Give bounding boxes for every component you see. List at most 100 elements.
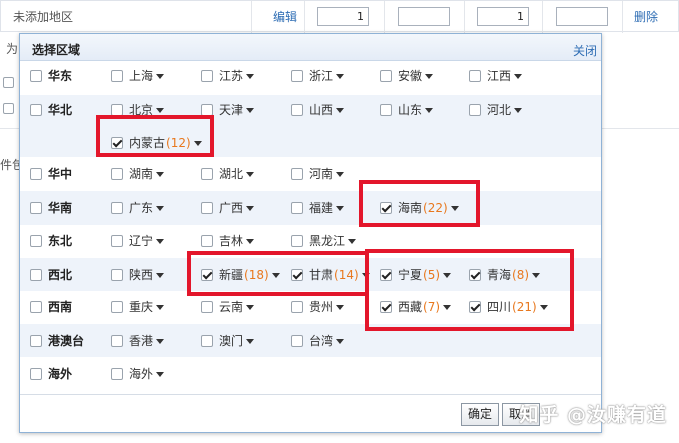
caret-down-icon[interactable] <box>425 73 434 79</box>
province-checkbox-item[interactable]: 湖北 <box>201 166 255 182</box>
checkbox-icon[interactable] <box>291 301 303 313</box>
first-weight-input[interactable]: 1 <box>317 7 369 26</box>
checkbox-icon[interactable] <box>30 168 42 180</box>
checkbox-icon[interactable] <box>291 104 303 116</box>
checkbox-icon[interactable] <box>291 70 303 82</box>
checkbox-icon[interactable] <box>30 368 42 380</box>
province-checkbox-item[interactable]: 山东 <box>380 102 434 118</box>
province-checkbox-item[interactable]: 安徽 <box>380 68 434 84</box>
checkbox-icon[interactable] <box>111 368 123 380</box>
caret-down-icon[interactable] <box>246 238 255 244</box>
caret-down-icon[interactable] <box>336 107 345 113</box>
caret-down-icon[interactable] <box>156 338 165 344</box>
delete-link[interactable]: 删除 <box>634 1 658 33</box>
checkbox-icon[interactable] <box>30 235 42 247</box>
province-checkbox-item[interactable]: 福建 <box>291 200 345 216</box>
region-checkbox-item[interactable]: 华南 <box>30 200 72 216</box>
province-checkbox-item[interactable]: 江苏 <box>201 68 255 84</box>
checkbox-icon[interactable] <box>291 168 303 180</box>
province-checkbox-item[interactable]: 河南 <box>291 166 345 182</box>
caret-down-icon[interactable] <box>336 171 345 177</box>
caret-down-icon[interactable] <box>514 107 523 113</box>
province-checkbox-item[interactable]: 广西 <box>201 200 255 216</box>
checkbox-icon[interactable] <box>30 104 42 116</box>
checkbox-icon[interactable] <box>111 335 123 347</box>
caret-down-icon[interactable] <box>336 338 345 344</box>
caret-down-icon[interactable] <box>425 107 434 113</box>
caret-down-icon[interactable] <box>246 304 255 310</box>
confirm-button[interactable]: 确定 <box>461 403 500 426</box>
province-checkbox-item[interactable]: 河北 <box>469 102 523 118</box>
additional-fee-input[interactable] <box>556 7 608 26</box>
caret-down-icon[interactable] <box>156 205 165 211</box>
province-checkbox-item[interactable]: 台湾 <box>291 333 345 349</box>
region-checkbox-item[interactable]: 华东 <box>30 68 72 84</box>
checkbox-icon[interactable] <box>291 335 303 347</box>
checkbox-icon[interactable] <box>291 235 303 247</box>
caret-down-icon[interactable] <box>156 238 165 244</box>
caret-down-icon[interactable] <box>156 73 165 79</box>
province-checkbox-item[interactable]: 江西 <box>469 68 523 84</box>
checkbox-icon[interactable] <box>201 70 213 82</box>
checkbox-icon[interactable] <box>469 70 481 82</box>
checkbox-icon[interactable] <box>30 269 42 281</box>
province-checkbox-item[interactable]: 上海 <box>111 68 165 84</box>
checkbox-icon[interactable] <box>201 235 213 247</box>
checkbox-icon[interactable] <box>201 335 213 347</box>
checkbox-icon[interactable] <box>111 235 123 247</box>
caret-down-icon[interactable] <box>336 205 345 211</box>
caret-down-icon[interactable] <box>246 205 255 211</box>
checkbox-icon[interactable] <box>30 202 42 214</box>
checkbox-icon[interactable] <box>111 301 123 313</box>
province-checkbox-item[interactable]: 贵州 <box>291 299 345 315</box>
province-checkbox-item[interactable]: 黑龙江 <box>291 233 357 249</box>
region-checkbox-item[interactable]: 西北 <box>30 267 72 283</box>
checkbox-icon[interactable] <box>201 301 213 313</box>
province-checkbox-item[interactable]: 重庆 <box>111 299 165 315</box>
checkbox-icon[interactable] <box>201 202 213 214</box>
background-checkbox[interactable] <box>3 77 14 88</box>
checkbox-icon[interactable] <box>111 70 123 82</box>
additional-weight-input[interactable]: 1 <box>477 7 529 26</box>
region-checkbox-item[interactable]: 港澳台 <box>30 333 84 349</box>
checkbox-icon[interactable] <box>380 70 392 82</box>
province-checkbox-item[interactable]: 湖南 <box>111 166 165 182</box>
caret-down-icon[interactable] <box>514 73 523 79</box>
checkbox-icon[interactable] <box>291 202 303 214</box>
region-checkbox-item[interactable]: 西南 <box>30 299 72 315</box>
checkbox-icon[interactable] <box>380 104 392 116</box>
region-checkbox-item[interactable]: 华中 <box>30 166 72 182</box>
checkbox-icon[interactable] <box>201 168 213 180</box>
province-checkbox-item[interactable]: 辽宁 <box>111 233 165 249</box>
checkbox-icon[interactable] <box>30 70 42 82</box>
checkbox-icon[interactable] <box>111 202 123 214</box>
checkbox-icon[interactable] <box>111 168 123 180</box>
checkbox-icon[interactable] <box>30 335 42 347</box>
region-checkbox-item[interactable]: 东北 <box>30 233 72 249</box>
province-checkbox-item[interactable]: 澳门 <box>201 333 255 349</box>
edit-link[interactable]: 编辑 <box>273 1 297 33</box>
first-fee-input[interactable] <box>398 7 450 26</box>
checkbox-icon[interactable] <box>30 301 42 313</box>
caret-down-icon[interactable] <box>348 238 357 244</box>
caret-down-icon[interactable] <box>156 272 165 278</box>
background-checkbox[interactable] <box>3 103 14 114</box>
province-checkbox-item[interactable]: 浙江 <box>291 68 345 84</box>
checkbox-icon[interactable] <box>469 104 481 116</box>
province-checkbox-item[interactable]: 香港 <box>111 333 165 349</box>
close-link[interactable]: 关闭 <box>573 42 597 59</box>
caret-down-icon[interactable] <box>246 338 255 344</box>
caret-down-icon[interactable] <box>336 73 345 79</box>
province-checkbox-item[interactable]: 山西 <box>291 102 345 118</box>
province-checkbox-item[interactable]: 广东 <box>111 200 165 216</box>
province-checkbox-item[interactable]: 陕西 <box>111 267 165 283</box>
caret-down-icon[interactable] <box>156 171 165 177</box>
region-checkbox-item[interactable]: 海外 <box>30 366 72 382</box>
caret-down-icon[interactable] <box>156 304 165 310</box>
checkbox-icon[interactable] <box>111 269 123 281</box>
province-checkbox-item[interactable]: 云南 <box>201 299 255 315</box>
caret-down-icon[interactable] <box>156 371 165 377</box>
caret-down-icon[interactable] <box>246 107 255 113</box>
caret-down-icon[interactable] <box>336 304 345 310</box>
province-checkbox-item[interactable]: 吉林 <box>201 233 255 249</box>
